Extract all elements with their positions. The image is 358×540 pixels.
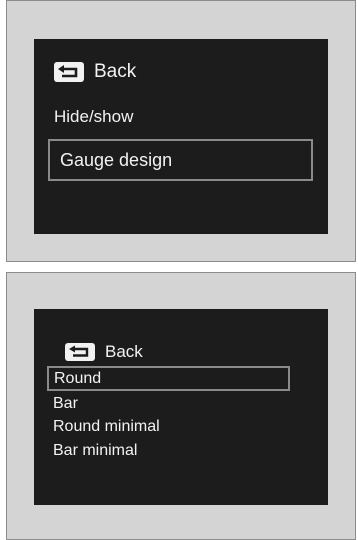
page: Back Hide/show Gauge design Back Round B…: [0, 0, 358, 540]
option-bar[interactable]: Bar: [53, 393, 328, 415]
option-label: Bar: [53, 395, 78, 412]
top-display-screen: Back Hide/show Gauge design: [34, 39, 328, 234]
option-bar-minimal[interactable]: Bar minimal: [53, 440, 328, 462]
option-label: Round minimal: [53, 418, 160, 435]
option-round-minimal[interactable]: Round minimal: [53, 416, 328, 438]
option-label: Bar minimal: [53, 442, 138, 459]
back-arrow-icon: [65, 343, 95, 361]
back-label: Back: [105, 342, 143, 361]
back-label: Back: [94, 61, 137, 82]
back-arrow-icon: [54, 62, 84, 82]
bottom-panel: Back Round Bar Round minimal Bar minimal: [6, 272, 356, 540]
menu-item-hide-show[interactable]: Hide/show: [54, 105, 328, 129]
option-round[interactable]: Round: [47, 366, 290, 391]
menu-item-label: Gauge design: [60, 149, 173, 170]
bottom-display-screen: Back Round Bar Round minimal Bar minimal: [34, 309, 328, 505]
back-button[interactable]: Back: [54, 60, 328, 84]
menu-item-gauge-design[interactable]: Gauge design: [48, 139, 313, 181]
top-panel: Back Hide/show Gauge design: [6, 0, 356, 262]
menu-item-label: Hide/show: [54, 107, 134, 126]
option-label: Round: [54, 369, 102, 387]
back-button[interactable]: Back: [65, 341, 328, 363]
